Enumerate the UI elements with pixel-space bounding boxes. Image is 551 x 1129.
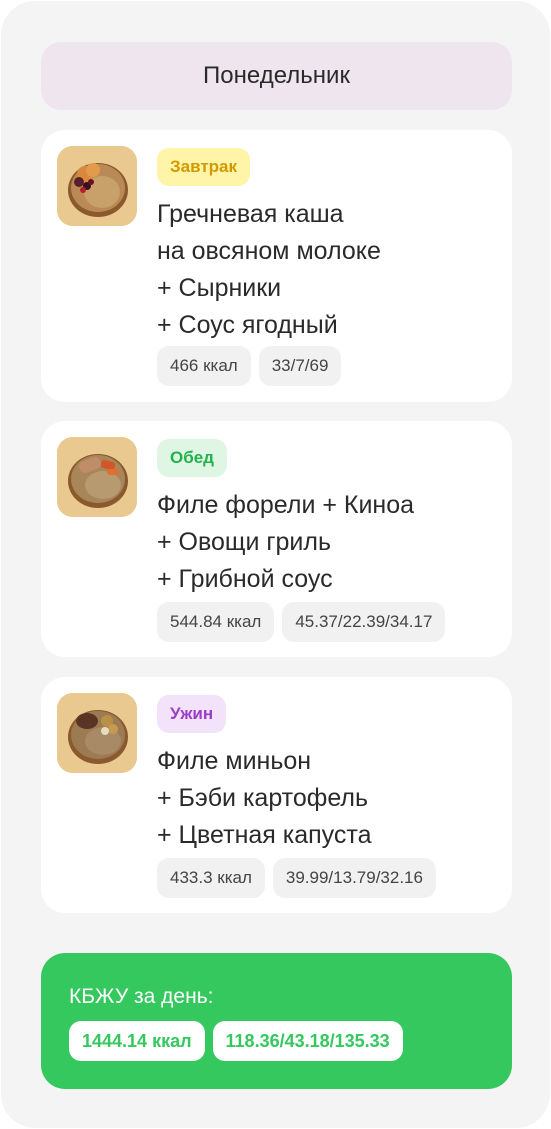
- meal-title: Филе форели + Киноа + Овощи гриль + Гриб…: [157, 487, 414, 598]
- meal-card-lunch[interactable]: Обед Филе форели + Киноа + Овощи гриль +…: [41, 421, 512, 657]
- meal-title-line: + Овощи гриль: [157, 528, 331, 556]
- meal-title-line: + Грибной соус: [157, 565, 333, 593]
- meal-title-line: + Бэби картофель: [157, 784, 369, 812]
- kcal-chip: 466 ккал: [157, 346, 251, 386]
- meal-card-dinner[interactable]: Ужин Филе миньон + Бэби картофель + Цвет…: [41, 677, 512, 913]
- dinner-badge: Ужин: [157, 695, 227, 733]
- porridge-bowl-with-syrniki-icon: [57, 146, 137, 226]
- total-macros-chip: 118.36/43.18/135.33: [212, 1021, 403, 1061]
- macros-chip: 33/7/69: [258, 346, 342, 386]
- summary-chips: 1444.14 ккал 118.36/43.18/135.33: [69, 1021, 403, 1061]
- meal-title: Гречневая каша на овсяном молоке + Сырни…: [157, 196, 381, 344]
- meal-title: Филе миньон + Бэби картофель + Цветная к…: [157, 743, 371, 854]
- lunch-badge: Обед: [157, 439, 227, 477]
- nutrition-chips: 433.3 ккал 39.99/13.79/32.16: [157, 858, 436, 898]
- meal-title-line: Филе форели + Киноа: [157, 491, 415, 519]
- meal-title-line: на овсяном молоке: [157, 237, 381, 265]
- kcal-chip: 544.84 ккал: [157, 602, 275, 642]
- meal-title-line: + Сырники: [157, 274, 282, 302]
- summary-title: КБЖУ за день:: [69, 985, 214, 1008]
- total-kcal-chip: 1444.14 ккал: [69, 1021, 205, 1061]
- kcal-chip: 433.3 ккал: [157, 858, 265, 898]
- meal-title-line: + Соус ягодный: [157, 311, 338, 339]
- macros-chip: 39.99/13.79/32.16: [272, 858, 436, 898]
- meal-title-line: + Цветная капуста: [157, 821, 372, 849]
- meal-title-line: Филе миньон: [157, 747, 312, 775]
- day-menu-panel: Понедельник Завтрак Гречневая каша на ов…: [1, 1, 550, 1128]
- nutrition-chips: 466 ккал 33/7/69: [157, 346, 342, 386]
- meal-title-line: Гречневая каша: [157, 200, 344, 228]
- daily-summary: КБЖУ за день: 1444.14 ккал 118.36/43.18/…: [41, 953, 512, 1089]
- day-title: Понедельник: [41, 42, 512, 110]
- meal-card-breakfast[interactable]: Завтрак Гречневая каша на овсяном молоке…: [41, 130, 512, 402]
- breakfast-badge: Завтрак: [157, 148, 251, 186]
- macros-chip: 45.37/22.39/34.17: [282, 602, 446, 642]
- trout-quinoa-bowl-icon: [57, 437, 137, 517]
- nutrition-chips: 544.84 ккал 45.37/22.39/34.17: [157, 602, 446, 642]
- mignon-potato-bowl-icon: [57, 693, 137, 773]
